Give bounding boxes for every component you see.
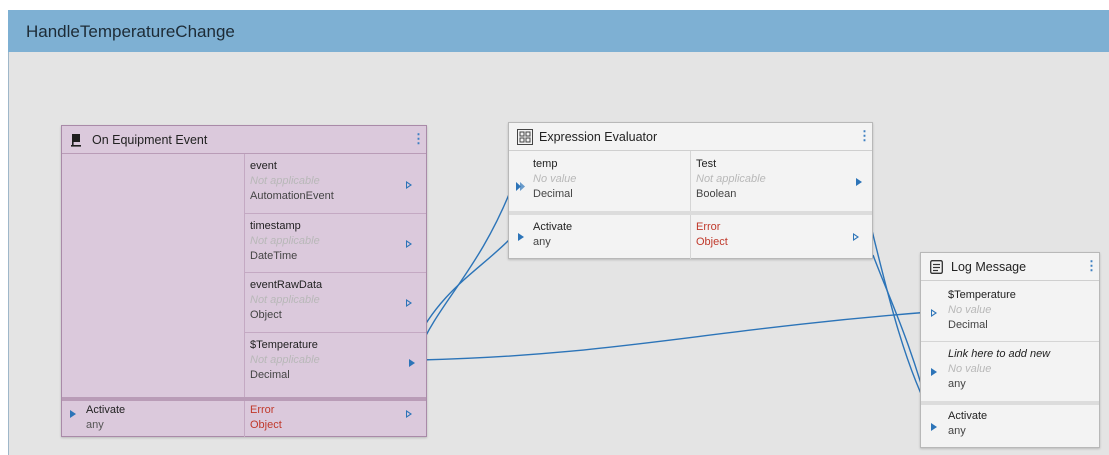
port-type: Object <box>250 309 282 321</box>
node-title: On Equipment Event <box>92 133 208 147</box>
more-options-icon[interactable]: ⋮ <box>1085 259 1098 273</box>
wire-event-to-expression-activate[interactable] <box>413 236 513 346</box>
output-port-arrow[interactable] <box>409 359 415 367</box>
input-port-arrow[interactable] <box>516 178 526 191</box>
port-type: any <box>948 378 966 390</box>
column-divider <box>690 151 691 259</box>
port-type: any <box>86 419 104 431</box>
port-name: Activate <box>533 221 573 233</box>
output-timestamp: timestamp Not applicable DateTime <box>250 219 320 264</box>
input-add-new[interactable]: Link here to add new No value any <box>948 347 1050 392</box>
activate-input-arrow[interactable] <box>931 423 937 431</box>
expression-evaluator-node[interactable]: Expression Evaluator ⋮ temp No value Dec… <box>508 122 873 259</box>
port-name: Error <box>696 221 721 233</box>
port-value: No value <box>533 173 577 185</box>
input-activate: Activate any <box>533 220 572 250</box>
more-options-icon[interactable]: ⋮ <box>858 129 871 143</box>
section-divider <box>509 211 872 215</box>
port-name: Activate <box>86 404 126 416</box>
port-type: any <box>948 425 966 437</box>
output-temperature: $Temperature Not applicable Decimal <box>250 338 320 383</box>
port-name: Error <box>250 404 275 416</box>
activate-input-arrow[interactable] <box>518 233 524 241</box>
port-type: Decimal <box>250 369 290 381</box>
port-value: Not applicable <box>250 294 320 306</box>
flag-icon <box>71 133 83 147</box>
error-output-arrow[interactable] <box>853 233 859 241</box>
output-port-arrow[interactable] <box>406 240 412 248</box>
port-name: eventRawData <box>250 279 323 291</box>
node-header[interactable]: Expression Evaluator ⋮ <box>509 123 872 151</box>
output-port-arrow[interactable] <box>856 178 862 186</box>
port-name: $Temperature <box>250 339 318 351</box>
document-icon <box>930 260 943 274</box>
column-divider <box>244 401 245 437</box>
port-name: temp <box>533 158 558 170</box>
port-name: event <box>250 160 277 172</box>
node-title: Log Message <box>951 260 1027 274</box>
port-value: Not applicable <box>250 175 320 187</box>
log-message-node[interactable]: Log Message ⋮ $Temperature No value Deci… <box>920 252 1100 448</box>
input-activate: Activate any <box>948 409 987 439</box>
port-type: Object <box>250 419 282 431</box>
port-type: any <box>533 236 551 248</box>
input-port-arrow[interactable] <box>931 368 937 376</box>
activate-input-arrow[interactable] <box>70 410 76 418</box>
error-output-arrow[interactable] <box>406 410 412 418</box>
row-divider <box>244 272 426 273</box>
more-options-icon[interactable]: ⋮ <box>412 132 425 146</box>
input-temp: temp No value Decimal <box>533 157 576 202</box>
output-test: Test Not applicable Boolean <box>696 157 766 202</box>
port-type: Object <box>696 236 728 248</box>
calculator-icon <box>517 129 533 145</box>
output-eventrawdata: eventRawData Not applicable Object <box>250 278 322 323</box>
port-name: Test <box>696 158 717 170</box>
row-divider <box>244 213 426 214</box>
wire-temperature-to-log[interactable] <box>419 311 931 361</box>
port-value: Not applicable <box>696 173 766 185</box>
port-value: Not applicable <box>250 354 320 366</box>
port-name: Activate <box>948 410 988 422</box>
port-value: No value <box>948 304 992 316</box>
input-activate: Activate any <box>86 403 125 433</box>
port-type: Decimal <box>948 319 988 331</box>
section-divider <box>921 401 1099 405</box>
port-name: $Temperature <box>948 289 1016 301</box>
add-link-hint: Link here to add new <box>948 348 1051 360</box>
row-divider <box>921 341 1099 342</box>
port-type: Boolean <box>696 188 737 200</box>
port-value: No value <box>948 363 992 375</box>
output-error: Error Object <box>250 403 282 433</box>
input-temperature: $Temperature No value Decimal <box>948 288 1016 333</box>
output-port-arrow[interactable] <box>406 299 412 307</box>
output-error: Error Object <box>696 220 728 250</box>
row-divider <box>244 332 426 333</box>
port-type: Decimal <box>533 188 573 200</box>
port-name: timestamp <box>250 220 301 232</box>
on-equipment-event-node[interactable]: On Equipment Event ⋮ event Not applicabl… <box>61 125 427 437</box>
output-port-arrow[interactable] <box>406 181 412 189</box>
node-header[interactable]: On Equipment Event ⋮ <box>62 126 426 154</box>
node-title: Expression Evaluator <box>539 130 658 144</box>
column-divider <box>244 154 245 401</box>
input-port-arrow[interactable] <box>931 309 937 317</box>
output-event: event Not applicable AutomationEvent <box>250 159 334 204</box>
port-type: DateTime <box>250 250 298 262</box>
wire-temperature-to-expression-temp[interactable] <box>417 181 515 353</box>
port-type: AutomationEvent <box>250 190 334 202</box>
port-value: Not applicable <box>250 235 320 247</box>
node-header[interactable]: Log Message ⋮ <box>921 253 1099 281</box>
